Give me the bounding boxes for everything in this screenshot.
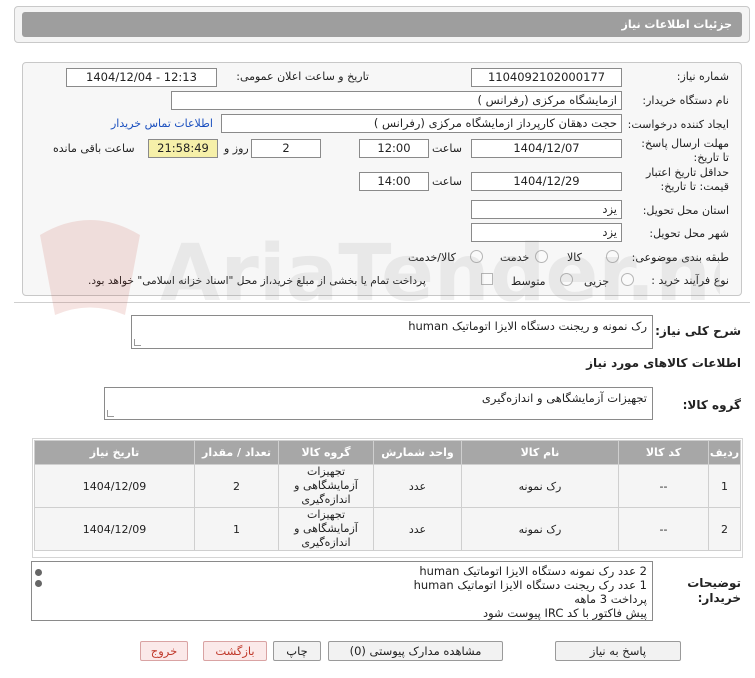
cell-group: تجهیزات آزمایشگاهی و اندازه‌گیری xyxy=(278,464,374,508)
deadline-label: مهلت ارسال پاسخ: تا تاریخ: xyxy=(641,137,729,164)
cell-qty: 1 xyxy=(194,507,279,551)
cell-qty: 2 xyxy=(194,464,279,508)
col-name: نام کالا xyxy=(461,440,619,465)
need-number-label: شماره نیاز: xyxy=(676,70,729,83)
notes-line: 2 عدد رک نمونه دستگاه الایزا اتوماتیک hu… xyxy=(419,564,647,578)
table-row: 2 -- رک نمونه عدد تجهیزات آزمایشگاهی و ا… xyxy=(34,507,741,551)
announce-label: تاریخ و ساعت اعلان عمومی: xyxy=(236,70,369,83)
cell-group: تجهیزات آزمایشگاهی و اندازه‌گیری xyxy=(278,507,374,551)
validity-time-field: 14:00 xyxy=(359,172,429,191)
goods-group-label: گروه کالا: xyxy=(682,398,741,412)
resize-grip-icon[interactable] xyxy=(107,410,114,417)
process-minor-label: جزیی xyxy=(584,275,610,288)
category-goods-service-label: کالا/خدمت xyxy=(408,251,456,264)
buyer-label: نام دستگاه خریدار: xyxy=(642,94,729,107)
cell-unit: عدد xyxy=(373,464,462,508)
back-button[interactable]: بازگشت xyxy=(203,641,267,661)
notes-line: پرداخت 3 ماهه xyxy=(574,592,647,606)
notes-scrollbar[interactable] xyxy=(33,563,44,619)
buyer-notes-label: توضیحات خریدار: xyxy=(687,576,741,605)
cell-unit: عدد xyxy=(373,507,462,551)
cell-name: رک نمونه xyxy=(461,507,619,551)
city-label: شهر محل تحویل: xyxy=(649,227,729,240)
col-date: تاریخ نیاز xyxy=(34,440,195,465)
table-row: 1 -- رک نمونه عدد تجهیزات آزمایشگاهی و ا… xyxy=(34,464,741,508)
remaining-time-field: 21:58:49 xyxy=(148,139,218,158)
need-number-field: 1104092102000177 xyxy=(471,68,622,87)
goods-info-title: اطلاعات کالاهای مورد نیاز xyxy=(586,356,741,370)
category-service-label: خدمت xyxy=(500,251,530,264)
cell-row: 1 xyxy=(708,464,741,508)
category-goods-radio[interactable] xyxy=(606,250,619,263)
category-service-radio[interactable] xyxy=(535,250,548,263)
summary-label: شرح کلی نیاز: xyxy=(655,324,741,338)
deadline-time-label: ساعت xyxy=(432,142,462,155)
city-field: یزد xyxy=(471,223,622,242)
cell-name: رک نمونه xyxy=(461,464,619,508)
validity-time-label: ساعت xyxy=(432,175,462,188)
col-unit: واحد شمارش xyxy=(373,440,462,465)
print-button[interactable]: چاپ xyxy=(273,641,321,661)
cell-date: 1404/12/09 xyxy=(34,464,195,508)
buyer-notes-textarea[interactable]: 2 عدد رک نمونه دستگاه الایزا اتوماتیک hu… xyxy=(31,561,653,621)
validity-date-field: 1404/12/29 xyxy=(471,172,622,191)
deadline-time-field: 12:00 xyxy=(359,139,429,158)
announce-field: 1404/12/04 - 12:13 xyxy=(66,68,217,87)
col-qty: تعداد / مقدار xyxy=(194,440,279,465)
summary-textarea: رک نمونه و ریجنت دستگاه الایزا اتوماتیک … xyxy=(131,315,653,349)
col-code: کد کالا xyxy=(618,440,709,465)
treasury-payment-checkbox[interactable] xyxy=(481,273,493,285)
process-label: نوع فرآیند خرید : xyxy=(651,274,729,287)
cell-date: 1404/12/09 xyxy=(34,507,195,551)
goods-group-text: تجهیزات آزمایشگاهی و اندازه‌گیری xyxy=(481,391,647,405)
goods-group-textarea: تجهیزات آزمایشگاهی و اندازه‌گیری xyxy=(104,387,653,420)
province-label: استان محل تحویل: xyxy=(642,204,729,217)
buyer-contact-link[interactable]: اطلاعات تماس خریدار xyxy=(111,117,213,130)
category-label: طبقه بندی موضوعی: xyxy=(631,251,729,264)
days-label: روز و xyxy=(224,142,249,155)
creator-label: ایجاد کننده درخواست: xyxy=(627,118,729,131)
cell-code: -- xyxy=(618,464,709,508)
deadline-date-field: 1404/12/07 xyxy=(471,139,622,158)
days-field: 2 xyxy=(251,139,321,158)
process-medium-radio[interactable] xyxy=(560,273,573,286)
remaining-label: ساعت باقی مانده xyxy=(53,142,135,155)
items-table: ردیف کد کالا نام کالا واحد شمارش گروه کا… xyxy=(34,440,741,551)
notes-line: 1 عدد رک ریجنت دستگاه الایزا اتوماتیک hu… xyxy=(413,578,647,592)
attachments-button[interactable]: مشاهده مدارک پیوستی (0) xyxy=(328,641,503,661)
category-goods-service-radio[interactable] xyxy=(470,250,483,263)
reply-button[interactable]: پاسخ به نیاز xyxy=(555,641,681,661)
table-header-row: ردیف کد کالا نام کالا واحد شمارش گروه کا… xyxy=(34,440,741,465)
treasury-payment-note: پرداخت تمام یا بخشی از مبلغ خرید،از محل … xyxy=(88,275,426,287)
province-field: یزد xyxy=(471,200,622,219)
exit-button[interactable]: خروج xyxy=(140,641,188,661)
validity-label: حداقل تاریخ اعتبار قیمت: تا تاریخ: xyxy=(645,166,729,193)
scroll-dot-icon[interactable] xyxy=(35,580,42,587)
cell-code: -- xyxy=(618,507,709,551)
summary-text: رک نمونه و ریجنت دستگاه الایزا اتوماتیک … xyxy=(408,319,647,333)
section-divider xyxy=(14,302,750,303)
notes-line: پیش فاکتور با کد IRC پیوست شود xyxy=(482,606,647,620)
resize-grip-icon[interactable] xyxy=(134,339,141,346)
col-group: گروه کالا xyxy=(278,440,374,465)
creator-field: حجت دهقان کارپرداز ازمایشگاه مرکزی (رفرا… xyxy=(221,114,622,133)
buyer-field: ازمایشگاه مرکزی (رفرانس ) xyxy=(171,91,622,110)
scroll-up-dot-icon[interactable] xyxy=(35,569,42,576)
cell-row: 2 xyxy=(708,507,741,551)
col-row: ردیف xyxy=(708,440,741,465)
process-medium-label: متوسط xyxy=(511,275,546,288)
process-minor-radio[interactable] xyxy=(621,273,634,286)
page-title: جزئیات اطلاعات نیاز xyxy=(22,12,742,37)
category-goods-label: کالا xyxy=(567,251,582,264)
